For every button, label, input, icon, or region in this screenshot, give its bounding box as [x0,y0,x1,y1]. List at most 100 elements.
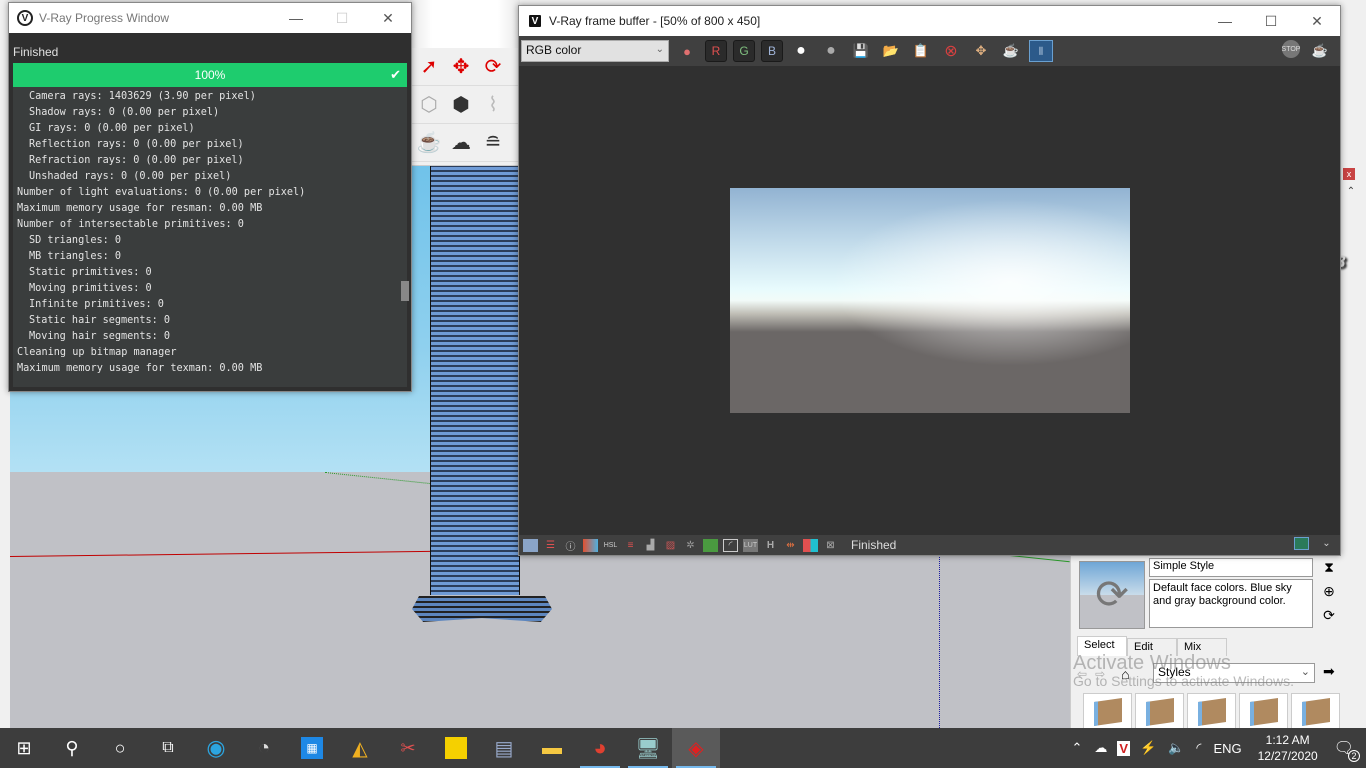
chevron-double-down-icon[interactable]: ⌄ [1319,537,1334,550]
tab-edit[interactable]: Edit [1127,638,1177,656]
taskbar-file-explorer[interactable]: ▬ [528,728,576,768]
language-indicator[interactable]: ENG [1207,741,1247,756]
close-button[interactable]: ✕ [365,3,411,33]
denoise-icon[interactable]: ⊠ [823,539,838,552]
battery-icon[interactable]: ⚡ [1134,740,1162,756]
log-scrollbar[interactable] [401,281,409,301]
tower-model[interactable] [430,165,520,595]
histogram-icon[interactable]: H [763,539,778,552]
taskbar-remote-desktop[interactable]: 🖥 [624,728,672,768]
vray-tray-icon[interactable]: V [1117,740,1131,756]
update-style-icon[interactable]: ⧗ [1321,559,1337,575]
render-log[interactable]: Camera rays: 1403629 (3.90 per pixel) Sha… [13,87,407,387]
search-button[interactable]: ⚲ [48,728,96,768]
view-alpha-icon[interactable]: ● [789,40,813,62]
frame-buffer-icon[interactable]: ≘ [480,130,506,156]
taskbar-snipping[interactable]: ✂ [384,728,432,768]
follow-me-icon[interactable]: ➚ [416,54,442,80]
minimize-button[interactable]: — [1202,6,1248,36]
rotate-icon[interactable]: ⟳ [480,54,506,80]
download-model-icon[interactable]: ⬢ [448,92,474,118]
taskbar-alarms[interactable]: ◔ [240,728,288,768]
folder-item[interactable] [1291,693,1340,733]
vray-logo-icon: V [17,10,33,26]
folder-item[interactable] [1135,693,1184,733]
folder-item[interactable] [1239,693,1288,733]
taskbar-sticky-notes[interactable] [432,728,480,768]
maximize-button[interactable]: ☐ [1248,6,1294,36]
task-view-button[interactable]: ⧉ [144,728,192,768]
log-line: Refraction rays: 0 (0.00 per pixel) [29,155,244,166]
save-icon[interactable]: 💾 [849,40,873,62]
render-icon[interactable]: ☕ [1308,40,1332,62]
panel-toggle-icon[interactable] [1294,537,1309,550]
cortana-button[interactable]: ○ [96,728,144,768]
wifi-icon[interactable]: ◜ [1190,740,1207,756]
style-thumbnail[interactable]: ⟳ [1079,561,1145,629]
taskbar-aimp[interactable]: ◭ [336,728,384,768]
lut-icon[interactable]: LUT [743,538,758,552]
progress-titlebar[interactable]: V V-Ray Progress Window — ☐ ✕ [9,3,411,33]
track-mouse-icon[interactable]: ✥ [969,40,993,62]
vfb-canvas[interactable] [519,66,1340,536]
color-channels-icon[interactable]: ● [675,40,699,62]
close-button[interactable]: ✕ [1294,6,1340,36]
vfb-titlebar[interactable]: V V-Ray frame buffer - [50% of 800 x 450… [519,6,1340,36]
lens-effects-icon[interactable]: ▨ [663,539,678,552]
load-icon[interactable]: 📂 [879,40,903,62]
forward-icon[interactable]: ⇨ [1095,667,1105,681]
render-interactive-icon[interactable]: ☕ [416,130,442,156]
details-arrow-icon[interactable]: ➡ [1323,663,1335,680]
copy-clipboard-icon[interactable]: 📋 [909,40,933,62]
monochrome-icon[interactable]: ● [819,40,843,62]
red-channel-button[interactable]: R [705,40,727,62]
style-description-field[interactable]: Default face colors. Blue sky and gray b… [1149,579,1313,628]
system-clock[interactable]: 1:12 AM 12/27/2020 [1248,732,1328,764]
background-icon[interactable] [703,538,718,552]
cloud-render-icon[interactable]: ☁ [448,130,474,156]
taskbar-chrome[interactable]: ◕ [576,728,624,768]
tab-select[interactable]: Select [1077,636,1127,656]
channel-select[interactable]: RGB color ⌄ [521,40,669,62]
move-icon[interactable]: ✥ [448,54,474,80]
color-balance-icon[interactable]: ≡ [623,539,638,552]
tab-mix[interactable]: Mix [1177,638,1227,656]
chevron-up-icon[interactable]: ⌃ [1065,740,1088,756]
info-icon[interactable]: ⓘ [563,539,578,553]
close-icon[interactable]: x [1343,168,1355,180]
color-correction-icon[interactable] [803,538,818,552]
home-icon[interactable]: ⌂ [1121,666,1129,682]
notifications-button[interactable]: 🗨 2 [1328,738,1366,762]
gear-icon[interactable]: ✲ [683,539,698,552]
curve-icon[interactable]: ◜ [723,538,738,552]
layers-icon[interactable]: ☰ [543,539,558,552]
folder-item[interactable] [1187,693,1236,733]
styles-collection-select[interactable]: Styles ⌄ [1153,663,1315,683]
compare-icon[interactable]: ⫼ [1029,40,1053,62]
start-button[interactable]: ⊞ [0,728,48,768]
taskbar-sketchup[interactable]: ◈ [672,728,720,768]
clear-image-icon[interactable]: ⊗ [939,40,963,62]
taskbar-calculator[interactable]: ▤ [480,728,528,768]
upload-model-icon[interactable]: ⬡ [416,92,442,118]
extension-icon[interactable]: ⌇ [480,92,506,118]
curves-levels-icon[interactable]: ▟ [643,539,658,552]
exposure-icon[interactable] [583,538,598,552]
region-render-icon[interactable]: ☕ [999,40,1023,62]
history-icon[interactable] [523,538,538,552]
refresh-icon[interactable]: ⟳ [1321,607,1337,623]
volume-icon[interactable]: 🔈 [1162,740,1190,756]
green-channel-button[interactable]: G [733,40,755,62]
style-name-field[interactable]: Simple Style [1149,558,1313,577]
taskbar-edge[interactable]: ◉ [192,728,240,768]
hsl-icon[interactable]: HSL [603,539,618,552]
taskbar-calendar[interactable]: ▦ [288,728,336,768]
create-style-icon[interactable]: ⊕ [1321,583,1337,599]
compare-split-icon[interactable]: ⇹ [783,539,798,552]
stop-render-button[interactable]: STOP [1282,40,1300,58]
blue-channel-button[interactable]: B [761,40,783,62]
minimize-button[interactable]: — [273,3,319,33]
onedrive-icon[interactable]: ☁ [1088,740,1113,756]
folder-item[interactable] [1083,693,1132,733]
back-icon[interactable]: ⇦ [1077,667,1087,681]
